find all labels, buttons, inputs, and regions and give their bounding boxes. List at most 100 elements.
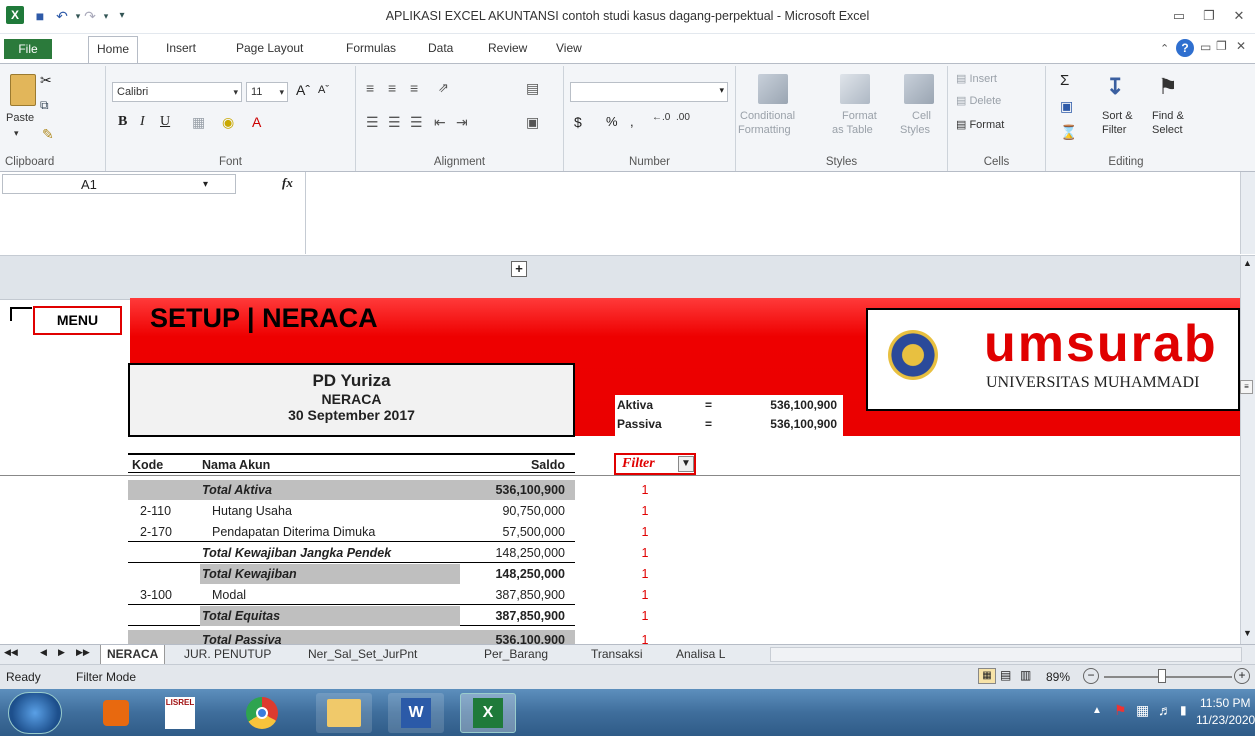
increase-decimal-icon[interactable]: ←.0: [652, 112, 670, 123]
paste-icon[interactable]: [10, 74, 36, 106]
filter-header[interactable]: Filter ▼: [614, 453, 696, 475]
tray-security-icon[interactable]: ⚑: [1114, 702, 1127, 719]
close-button[interactable]: ✕: [1225, 5, 1253, 27]
comma-button[interactable]: ,: [630, 114, 634, 129]
zoom-slider[interactable]: [1104, 676, 1232, 678]
paste-button[interactable]: Paste: [6, 112, 34, 124]
sheet-vertical-scrollbar[interactable]: ▲ ▼ ≡: [1240, 256, 1255, 644]
zoom-slider-thumb[interactable]: [1158, 669, 1166, 683]
align-bottom-icon[interactable]: ≡: [410, 80, 418, 96]
sort-filter-label[interactable]: Sort &: [1102, 110, 1133, 122]
zoom-level[interactable]: 89%: [1046, 670, 1070, 684]
sheet-tab-jur-penutup[interactable]: JUR. PENUTUP: [178, 645, 277, 664]
wrap-text-icon[interactable]: ▤: [526, 80, 539, 97]
cut-icon[interactable]: ✂: [40, 72, 52, 89]
conditional-formatting-icon[interactable]: [758, 74, 788, 104]
format-painter-icon[interactable]: ✎: [42, 126, 54, 143]
scroll-up-icon[interactable]: ▲: [1243, 258, 1252, 268]
copy-icon[interactable]: ⧉: [40, 98, 49, 113]
underline-button[interactable]: U: [160, 114, 170, 130]
page-break-view-icon[interactable]: ▥: [1020, 668, 1031, 682]
formula-scrollbar[interactable]: [1240, 172, 1255, 254]
next-sheet-icon[interactable]: ▶: [58, 647, 65, 658]
filter-dropdown-icon[interactable]: ▼: [678, 456, 694, 472]
sheet-tab-analisa[interactable]: Analisa L: [670, 645, 752, 664]
taskbar-app-icon[interactable]: [88, 693, 144, 733]
conditional-formatting-label-2[interactable]: Formatting: [738, 124, 791, 136]
align-left-icon[interactable]: ☰: [366, 114, 379, 131]
fill-color-icon[interactable]: ◉: [222, 114, 234, 131]
fx-icon[interactable]: fx: [282, 175, 293, 191]
clock-time[interactable]: 11:50 PM: [1200, 696, 1250, 710]
tab-review[interactable]: Review: [480, 36, 535, 63]
normal-view-icon[interactable]: ▦: [978, 668, 996, 684]
start-button[interactable]: [8, 692, 62, 734]
help-icon[interactable]: ?: [1176, 39, 1194, 57]
font-color-icon[interactable]: A: [252, 114, 261, 130]
tab-view[interactable]: View: [548, 36, 590, 63]
conditional-formatting-label[interactable]: Conditional: [740, 110, 795, 122]
ribbon-minimize-icon[interactable]: ⌃: [1160, 42, 1169, 55]
horizontal-scrollbar[interactable]: [770, 647, 1242, 662]
tab-data[interactable]: Data: [420, 36, 461, 63]
tab-home[interactable]: Home: [88, 36, 139, 64]
workbook-minimize-icon[interactable]: ▭: [1200, 40, 1211, 54]
align-right-icon[interactable]: ☰: [410, 114, 423, 131]
taskbar-lisrel[interactable]: LISREL: [152, 693, 208, 733]
sheet-tab-ner-sal[interactable]: Ner_Sal_Set_JurPnt: [302, 645, 423, 664]
sort-filter-label-2[interactable]: Filter: [1102, 124, 1126, 136]
sheet-tab-per-barang[interactable]: Per_Barang: [478, 645, 554, 664]
cell-styles-label-2[interactable]: Styles: [900, 124, 930, 136]
first-sheet-icon[interactable]: ◀◀: [4, 647, 18, 658]
align-middle-icon[interactable]: ≡: [388, 80, 396, 96]
tab-file[interactable]: File: [4, 39, 52, 59]
clock-date[interactable]: 11/23/2020: [1196, 713, 1255, 727]
tab-insert[interactable]: Insert: [158, 36, 204, 63]
orientation-icon[interactable]: ⇗: [438, 80, 449, 96]
tray-expand-icon[interactable]: ▲: [1092, 705, 1102, 716]
name-box[interactable]: A1 ▾: [2, 174, 236, 194]
autosum-icon[interactable]: Σ: [1060, 72, 1069, 89]
font-name-select[interactable]: Calibri ▾: [112, 82, 242, 102]
expand-outline-icon[interactable]: +: [511, 261, 527, 277]
percent-button[interactable]: %: [606, 114, 618, 129]
format-cells-button[interactable]: ▤ Format: [956, 118, 1004, 131]
find-select-label[interactable]: Find &: [1152, 110, 1184, 122]
find-select-icon[interactable]: ⚑: [1158, 74, 1178, 100]
chevron-down-icon[interactable]: ▾: [203, 176, 208, 194]
tray-volume-icon[interactable]: ♬: [1158, 702, 1172, 718]
italic-button[interactable]: I: [140, 114, 145, 130]
last-sheet-icon[interactable]: ▶▶: [76, 647, 90, 658]
format-as-table-label-2[interactable]: as Table: [832, 124, 873, 136]
grow-font-icon[interactable]: Aˆ: [296, 82, 310, 98]
shrink-font-icon[interactable]: Aˇ: [318, 84, 329, 96]
find-select-label-2[interactable]: Select: [1152, 124, 1183, 136]
tab-page-layout[interactable]: Page Layout: [228, 36, 311, 63]
cell-styles-label[interactable]: Cell: [912, 110, 931, 122]
taskbar-excel[interactable]: X: [460, 693, 516, 733]
format-as-table-icon[interactable]: [840, 74, 870, 104]
sort-filter-icon[interactable]: ↧: [1106, 74, 1124, 100]
formula-input[interactable]: [305, 172, 1238, 254]
decrease-decimal-icon[interactable]: .00: [676, 112, 690, 123]
format-as-table-label[interactable]: Format: [842, 110, 877, 122]
taskbar-chrome[interactable]: [234, 693, 290, 733]
bold-button[interactable]: B: [118, 114, 127, 130]
tab-formulas[interactable]: Formulas: [338, 36, 404, 63]
tray-network-icon[interactable]: ▦: [1136, 702, 1149, 719]
split-handle-icon[interactable]: ≡: [1240, 380, 1253, 394]
align-center-icon[interactable]: ☰: [388, 114, 401, 131]
sheet-tab-neraca[interactable]: NERACA: [100, 645, 166, 664]
insert-cells-button[interactable]: ▤ Insert: [956, 72, 997, 85]
merge-center-icon[interactable]: ▣: [526, 114, 539, 131]
worksheet[interactable]: + MENU SETUP | NERACA PD Yuriza NERACA 3…: [0, 256, 1240, 644]
decrease-indent-icon[interactable]: ⇤: [434, 114, 446, 131]
borders-icon[interactable]: ▦: [192, 114, 205, 131]
zoom-out-icon[interactable]: −: [1083, 668, 1099, 684]
number-format-select[interactable]: ▾: [570, 82, 728, 102]
delete-cells-button[interactable]: ▤ Delete: [956, 94, 1001, 107]
menu-button[interactable]: MENU: [33, 306, 122, 335]
restore-button[interactable]: ❐: [1195, 5, 1223, 27]
taskbar-explorer[interactable]: [316, 693, 372, 733]
zoom-in-icon[interactable]: +: [1234, 668, 1250, 684]
